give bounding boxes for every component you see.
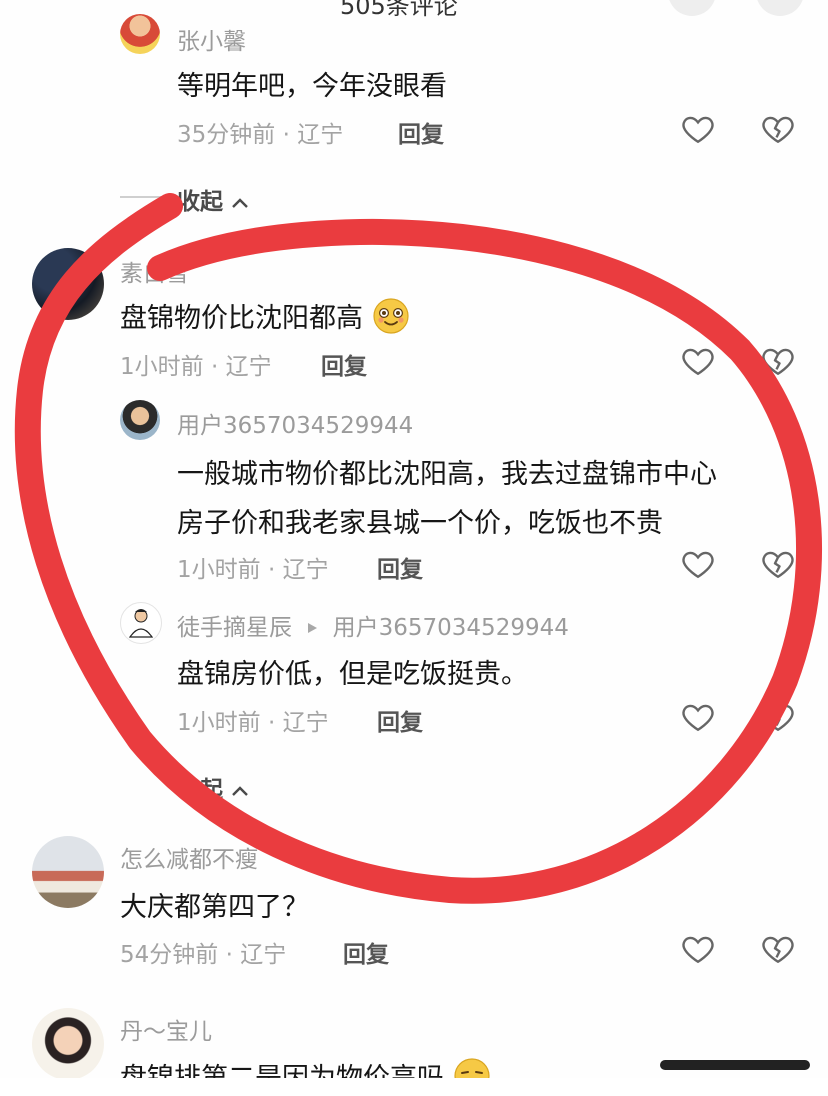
red-annotation-circle xyxy=(14,193,823,904)
